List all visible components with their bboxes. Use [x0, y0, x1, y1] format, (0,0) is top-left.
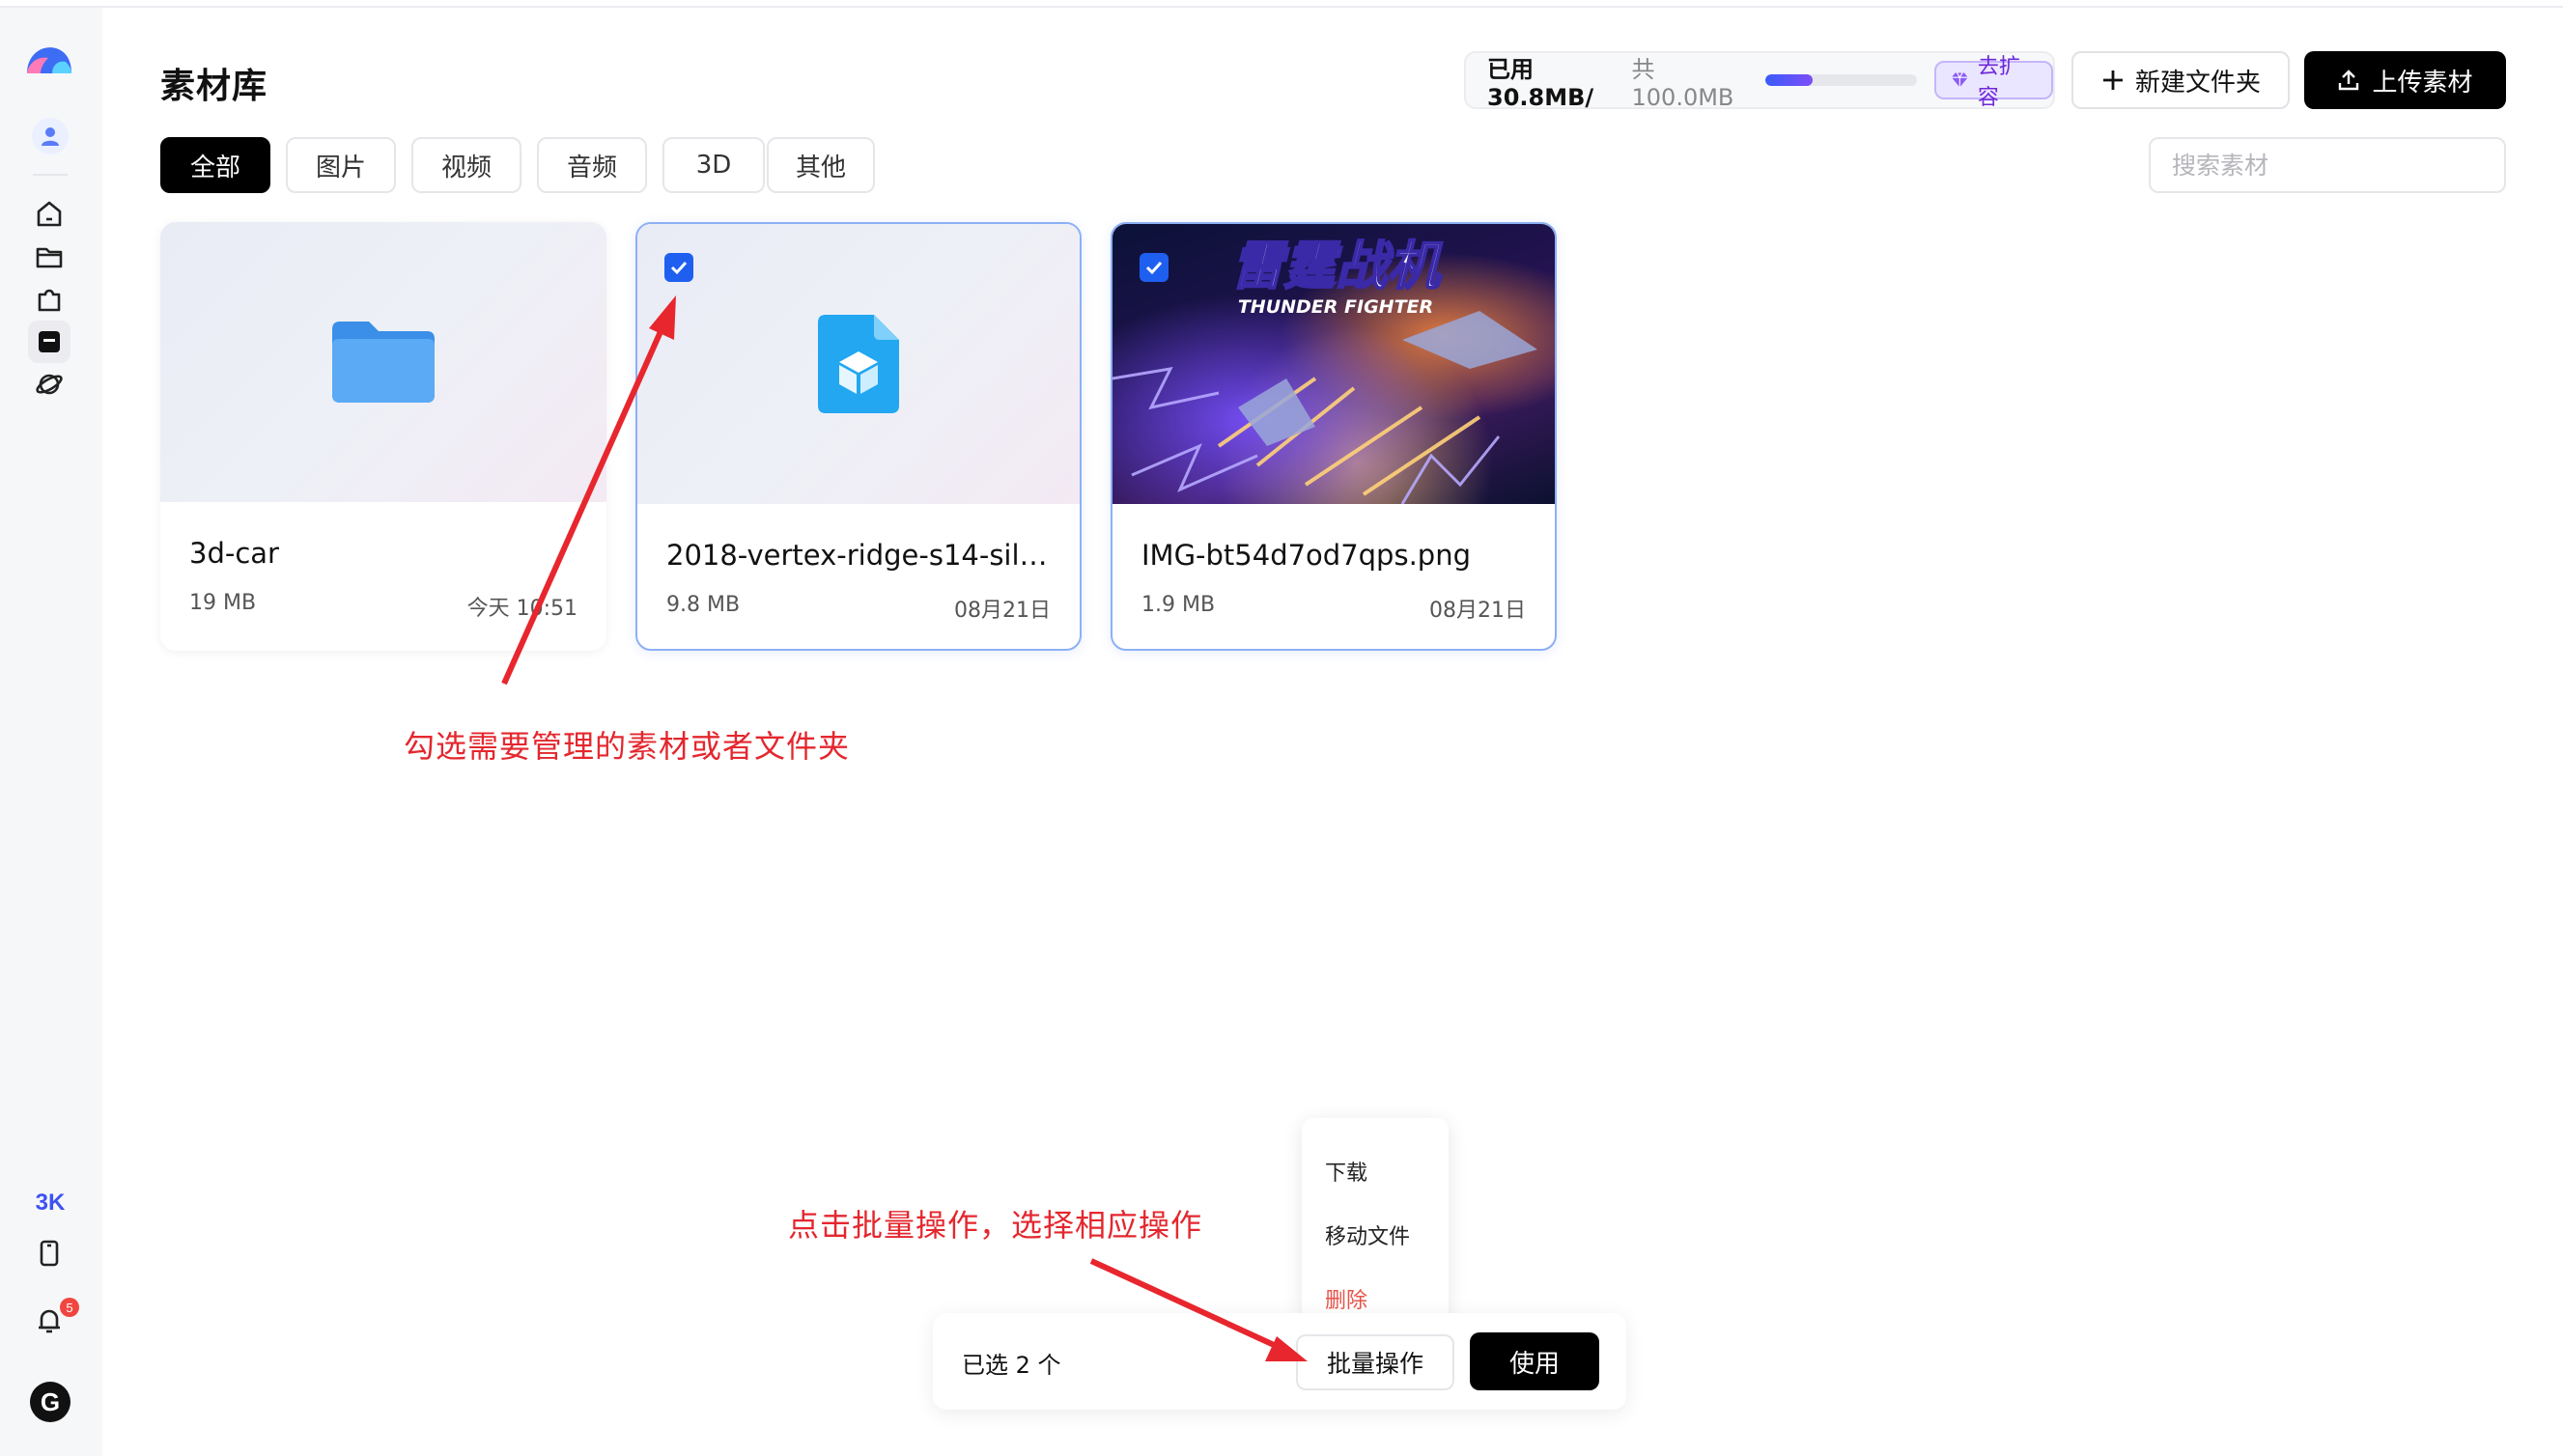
- storage-progress-fill: [1765, 74, 1813, 86]
- asset-size: 19 MB: [189, 591, 257, 615]
- sidebar-divider: [33, 174, 68, 176]
- app-logo-icon[interactable]: [23, 41, 75, 77]
- asset-name: IMG-bt54d7od7qps.png: [1141, 539, 1471, 572]
- menu-item-download[interactable]: 下载: [1302, 1139, 1449, 1203]
- batch-hint-annotation: 点击批量操作，选择相应操作: [788, 1207, 1203, 1244]
- mobile-icon[interactable]: [28, 1232, 70, 1274]
- selected-count-text: 已选 2 个: [962, 1352, 1061, 1379]
- asset-date: 08月21日: [1429, 599, 1526, 623]
- new-folder-button[interactable]: 新建文件夹: [2071, 51, 2290, 109]
- selection-bottom-bar: 已选 2 个 批量操作 使用: [933, 1313, 1626, 1410]
- asset-image-thumbnail: 雷霆战机 THUNDER FIGHTER: [1113, 224, 1555, 504]
- asset-thumbnail: [160, 222, 606, 502]
- asset-date: 08月21日: [954, 599, 1051, 623]
- storage-used-text: 已用30.8MB/: [1487, 55, 1594, 111]
- upload-label: 上传素材: [2372, 68, 2473, 98]
- asset-size: 9.8 MB: [666, 593, 741, 617]
- diamond-icon: [1952, 72, 1969, 88]
- asset-thumbnail: [637, 224, 1080, 504]
- selected-checkbox[interactable]: [664, 253, 693, 282]
- batch-operation-button[interactable]: 批量操作: [1296, 1334, 1454, 1390]
- game-art-illustration: 雷霆战机 THUNDER FIGHTER: [1113, 235, 1537, 504]
- profile-icon[interactable]: [32, 118, 69, 154]
- batch-operations-menu: 下载 移动文件 删除: [1302, 1118, 1449, 1321]
- annotation-arrows: [501, 295, 1308, 1361]
- asset-library-icon[interactable]: [28, 321, 70, 363]
- folder-thumbnail-icon: [332, 322, 435, 403]
- storage-usage: 已用30.8MB/ 共100.0MB 去扩容: [1464, 51, 2055, 111]
- tab-all[interactable]: 全部: [160, 137, 270, 193]
- image-subtitle-text: THUNDER FIGHTER: [1238, 296, 1433, 318]
- select-hint-annotation: 勾选需要管理的素材或者文件夹: [404, 728, 851, 765]
- home-icon[interactable]: [28, 193, 70, 236]
- menu-item-move-file[interactable]: 移动文件: [1302, 1203, 1449, 1267]
- expand-storage-button[interactable]: 去扩容: [1934, 55, 2053, 110]
- user-avatar[interactable]: G: [30, 1382, 70, 1422]
- asset-name: 3d-car: [189, 537, 279, 570]
- tab-audio[interactable]: 音频: [537, 137, 647, 193]
- asset-card[interactable]: 雷霆战机 THUNDER FIGHTER IMG-bt54d7od7qps.pn…: [1111, 222, 1557, 651]
- tab-3d[interactable]: 3D: [662, 137, 765, 193]
- asset-card[interactable]: 3d-car 19 MB 今天 10:51: [160, 222, 606, 651]
- page-title: 素材库: [160, 67, 268, 106]
- upload-icon: [2339, 70, 2359, 91]
- storage-total-text: 共100.0MB: [1631, 55, 1734, 111]
- top-border: [0, 0, 2563, 8]
- asset-size: 1.9 MB: [1141, 593, 1216, 617]
- image-title-text: 雷霆战机: [1231, 236, 1443, 296]
- tab-videos[interactable]: 视频: [411, 137, 521, 193]
- checkmark-icon: [1145, 261, 1163, 275]
- asset-date: 今天 10:51: [466, 597, 577, 621]
- asset-card[interactable]: 2018-vertex-ridge-s14-silvi... 9.8 MB 08…: [635, 222, 1082, 651]
- folder-icon[interactable]: [28, 236, 70, 278]
- new-folder-label: 新建文件夹: [2134, 68, 2261, 98]
- tab-images[interactable]: 图片: [286, 137, 396, 193]
- explore-planet-icon[interactable]: [28, 363, 70, 406]
- expand-storage-label: 去扩容: [1977, 55, 2020, 110]
- 3k-badge[interactable]: 3K: [29, 1186, 71, 1220]
- tab-other[interactable]: 其他: [767, 137, 875, 193]
- upload-button[interactable]: 上传素材: [2304, 51, 2506, 109]
- use-button[interactable]: 使用: [1470, 1332, 1599, 1390]
- plus-icon: [2102, 70, 2123, 90]
- storage-progress-bar: [1765, 74, 1918, 86]
- search-input[interactable]: [2149, 137, 2506, 193]
- selected-checkbox[interactable]: [1140, 253, 1169, 282]
- checkmark-icon: [670, 261, 688, 275]
- notification-count-badge: 5: [60, 1298, 79, 1317]
- asset-name: 2018-vertex-ridge-s14-silvi...: [666, 539, 1062, 572]
- 3d-model-file-icon: [818, 315, 899, 413]
- sidebar: 3K 5 G: [0, 8, 102, 1456]
- plugin-icon[interactable]: [28, 278, 70, 321]
